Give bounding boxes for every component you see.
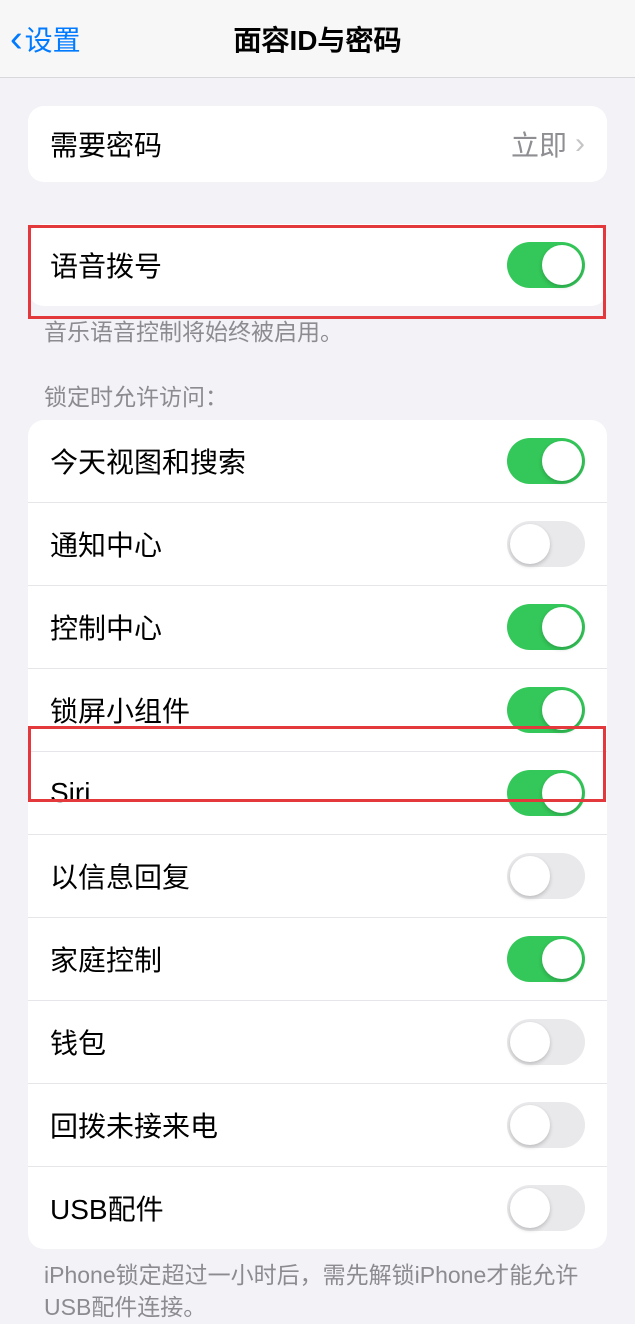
lock-access-row: Siri <box>28 751 607 834</box>
chevron-left-icon: ‹ <box>10 20 23 58</box>
require-passcode-label: 需要密码 <box>50 124 162 164</box>
require-passcode-value: 立即 <box>511 124 567 164</box>
lock-access-row: 回拨未接来电 <box>28 1083 607 1166</box>
lock-access-label: Siri <box>50 777 90 809</box>
require-passcode-group: 需要密码 立即 › <box>28 106 607 182</box>
lock-access-toggle[interactable] <box>507 1019 585 1065</box>
lock-access-toggle[interactable] <box>507 770 585 816</box>
lock-access-label: 锁屏小组件 <box>50 690 190 730</box>
toggle-knob <box>510 1105 550 1145</box>
lock-access-header: 锁定时允许访问： <box>44 378 591 412</box>
lock-access-row: 今天视图和搜索 <box>28 420 607 502</box>
lock-access-toggle[interactable] <box>507 604 585 650</box>
lock-access-row: 钱包 <box>28 1000 607 1083</box>
lock-access-toggle[interactable] <box>507 521 585 567</box>
lock-access-toggle[interactable] <box>507 438 585 484</box>
voice-dial-row: 语音拨号 <box>28 224 607 306</box>
lock-access-label: 今天视图和搜索 <box>50 441 246 481</box>
lock-access-label: 控制中心 <box>50 607 162 647</box>
lock-access-label: 家庭控制 <box>50 939 162 979</box>
toggle-knob <box>542 939 582 979</box>
lock-access-label: 通知中心 <box>50 524 162 564</box>
back-label: 设置 <box>25 19 81 59</box>
toggle-knob <box>510 856 550 896</box>
page-title: 面容ID与密码 <box>233 19 401 59</box>
voice-dial-toggle[interactable] <box>507 242 585 288</box>
lock-access-label: 以信息回复 <box>50 856 190 896</box>
chevron-right-icon: › <box>575 127 585 161</box>
lock-access-label: USB配件 <box>50 1188 164 1228</box>
lock-access-toggle[interactable] <box>507 853 585 899</box>
voice-dial-footer: 音乐语音控制将始终被启用。 <box>44 316 591 348</box>
lock-access-label: 钱包 <box>50 1022 106 1062</box>
lock-access-toggle[interactable] <box>507 936 585 982</box>
lock-access-row: 锁屏小组件 <box>28 668 607 751</box>
voice-dial-label: 语音拨号 <box>50 245 162 285</box>
lock-access-row: 家庭控制 <box>28 917 607 1000</box>
toggle-knob <box>542 245 582 285</box>
lock-access-row: USB配件 <box>28 1166 607 1249</box>
toggle-knob <box>542 607 582 647</box>
lock-access-row: 通知中心 <box>28 502 607 585</box>
lock-access-row: 控制中心 <box>28 585 607 668</box>
require-passcode-row[interactable]: 需要密码 立即 › <box>28 106 607 182</box>
lock-access-label: 回拨未接来电 <box>50 1105 218 1145</box>
toggle-knob <box>542 441 582 481</box>
back-button[interactable]: ‹ 设置 <box>0 19 81 59</box>
toggle-knob <box>542 690 582 730</box>
lock-access-toggle[interactable] <box>507 1185 585 1231</box>
lock-access-row: 以信息回复 <box>28 834 607 917</box>
lock-access-footer: iPhone锁定超过一小时后，需先解锁iPhone才能允许USB配件连接。 <box>44 1259 591 1323</box>
toggle-knob <box>510 524 550 564</box>
toggle-knob <box>542 773 582 813</box>
lock-access-group: 今天视图和搜索通知中心控制中心锁屏小组件 Siri 以信息回复家庭控制钱包回拨未接来… <box>28 420 607 1249</box>
lock-access-toggle[interactable] <box>507 1102 585 1148</box>
toggle-knob <box>510 1022 550 1062</box>
nav-bar: ‹ 设置 面容ID与密码 <box>0 0 635 78</box>
lock-access-toggle[interactable] <box>507 687 585 733</box>
toggle-knob <box>510 1188 550 1228</box>
voice-dial-group: 语音拨号 <box>28 224 607 306</box>
